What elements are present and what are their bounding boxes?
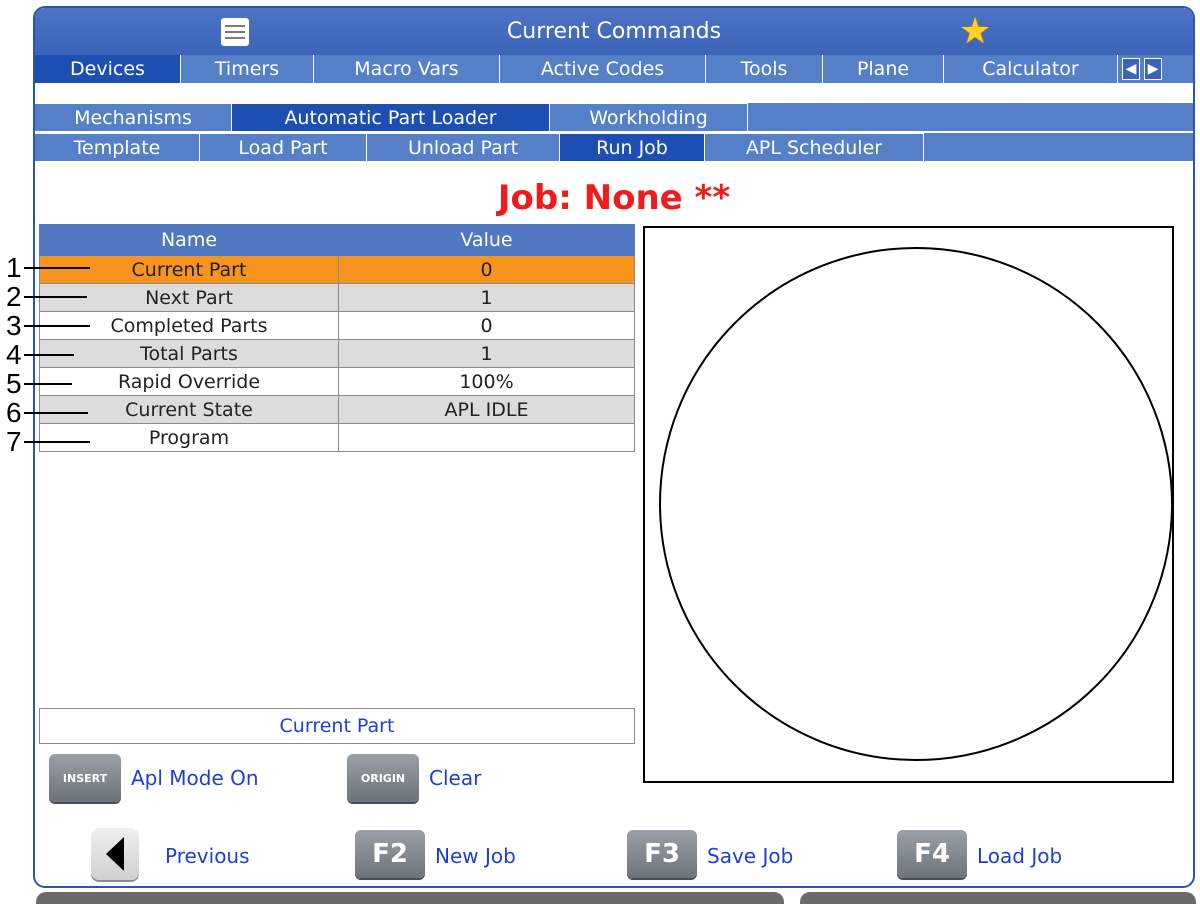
row-value: 1 — [338, 339, 635, 368]
tab-tools[interactable]: Tools — [706, 55, 823, 83]
row-name: Current State — [39, 395, 339, 424]
tab-macro-vars[interactable]: Macro Vars — [314, 55, 500, 83]
previous-label: Previous — [165, 844, 250, 868]
tab-active-codes[interactable]: Active Codes — [500, 55, 706, 83]
bottom-panel-left — [36, 892, 784, 904]
f4-key-button[interactable]: F4 — [897, 830, 967, 878]
parameter-table: Name Value Current Part 0 Next Part 1 Co… — [39, 224, 635, 452]
table-row-next-part[interactable]: Next Part 1 — [39, 283, 635, 312]
part-circle-graphic — [659, 247, 1173, 761]
tab-workholding[interactable]: Workholding — [550, 103, 748, 131]
table-row-rapid-override[interactable]: Rapid Override 100% — [39, 367, 635, 396]
callout-2: 2 — [6, 281, 22, 312]
insert-key-button[interactable]: INSERT — [49, 754, 121, 802]
arrow-left-icon — [106, 837, 124, 871]
chevron-right-icon[interactable]: ▶ — [1144, 58, 1162, 80]
callout-line-5 — [24, 383, 72, 385]
tab-scroll-arrows: ◀ ▶ — [1118, 55, 1166, 83]
callout-4: 4 — [6, 339, 22, 370]
tab-load-part[interactable]: Load Part — [200, 133, 367, 161]
callout-line-3 — [24, 325, 90, 327]
callout-7: 7 — [6, 426, 22, 457]
selected-field-info: Current Part — [39, 708, 635, 744]
callout-line-7 — [24, 441, 90, 443]
table-row-total-parts[interactable]: Total Parts 1 — [39, 339, 635, 368]
hamburger-icon[interactable] — [221, 18, 249, 46]
new-job-label: New Job — [435, 844, 516, 868]
callout-1: 1 — [6, 252, 22, 283]
f2-key-button[interactable]: F2 — [355, 830, 425, 878]
f3-key-button[interactable]: F3 — [627, 830, 697, 878]
row-value: 0 — [338, 255, 635, 284]
callout-6: 6 — [6, 397, 22, 428]
callout-line-2 — [24, 296, 87, 298]
current-commands-window: Current Commands ★ Devices Timers Macro … — [33, 6, 1195, 888]
job-title: Job: None ** — [497, 178, 731, 218]
row-name: Rapid Override — [39, 367, 339, 396]
part-visualization-panel — [643, 226, 1174, 783]
callout-line-4 — [24, 354, 74, 356]
tab-calculator[interactable]: Calculator — [944, 55, 1118, 83]
callout-3: 3 — [6, 310, 22, 341]
row-name: Program — [39, 423, 339, 452]
column-header-value: Value — [338, 224, 635, 256]
tab-automatic-part-loader[interactable]: Automatic Part Loader — [232, 103, 550, 131]
tab-devices[interactable]: Devices — [35, 55, 181, 83]
callout-5: 5 — [6, 368, 22, 399]
row-value: 0 — [338, 311, 635, 340]
save-job-label: Save Job — [707, 844, 794, 868]
table-row-current-part[interactable]: Current Part 0 — [39, 255, 635, 284]
previous-button[interactable] — [91, 828, 139, 880]
table-header-row: Name Value — [39, 224, 635, 256]
chevron-left-icon[interactable]: ◀ — [1122, 58, 1140, 80]
row-value: 100% — [338, 367, 635, 396]
load-job-label: Load Job — [977, 844, 1063, 868]
table-row-current-state[interactable]: Current State APL IDLE — [39, 395, 635, 424]
tab-unload-part[interactable]: Unload Part — [367, 133, 560, 161]
tab-row-3: Template Load Part Unload Part Run Job A… — [35, 133, 1193, 161]
callout-line-6 — [24, 412, 88, 414]
tab-run-job[interactable]: Run Job — [560, 133, 705, 161]
row-value: APL IDLE — [338, 395, 635, 424]
tab-timers[interactable]: Timers — [181, 55, 314, 83]
window-title: Current Commands — [506, 19, 722, 44]
tab-row-1: Devices Timers Macro Vars Active Codes T… — [35, 55, 1193, 83]
table-row-completed-parts[interactable]: Completed Parts 0 — [39, 311, 635, 340]
row-name: Current Part — [39, 255, 339, 284]
clear-label: Clear — [429, 766, 482, 790]
callout-line-1 — [24, 267, 90, 269]
tab-plane[interactable]: Plane — [823, 55, 944, 83]
column-header-name: Name — [39, 224, 339, 256]
tab-template[interactable]: Template — [35, 133, 200, 161]
title-bar: Current Commands ★ — [35, 8, 1193, 55]
bottom-panel-right — [800, 892, 1196, 904]
tab-apl-scheduler[interactable]: APL Scheduler — [705, 133, 924, 161]
row-value: 1 — [338, 283, 635, 312]
table-row-program[interactable]: Program — [39, 423, 635, 452]
tab-row-2: Mechanisms Automatic Part Loader Workhol… — [35, 103, 1193, 131]
star-icon[interactable]: ★ — [959, 12, 991, 52]
row-name: Total Parts — [39, 339, 339, 368]
origin-key-button[interactable]: ORIGIN — [347, 754, 419, 802]
apl-mode-on-label: Apl Mode On — [131, 766, 259, 790]
row-value — [338, 423, 635, 452]
tab-mechanisms[interactable]: Mechanisms — [35, 103, 232, 131]
